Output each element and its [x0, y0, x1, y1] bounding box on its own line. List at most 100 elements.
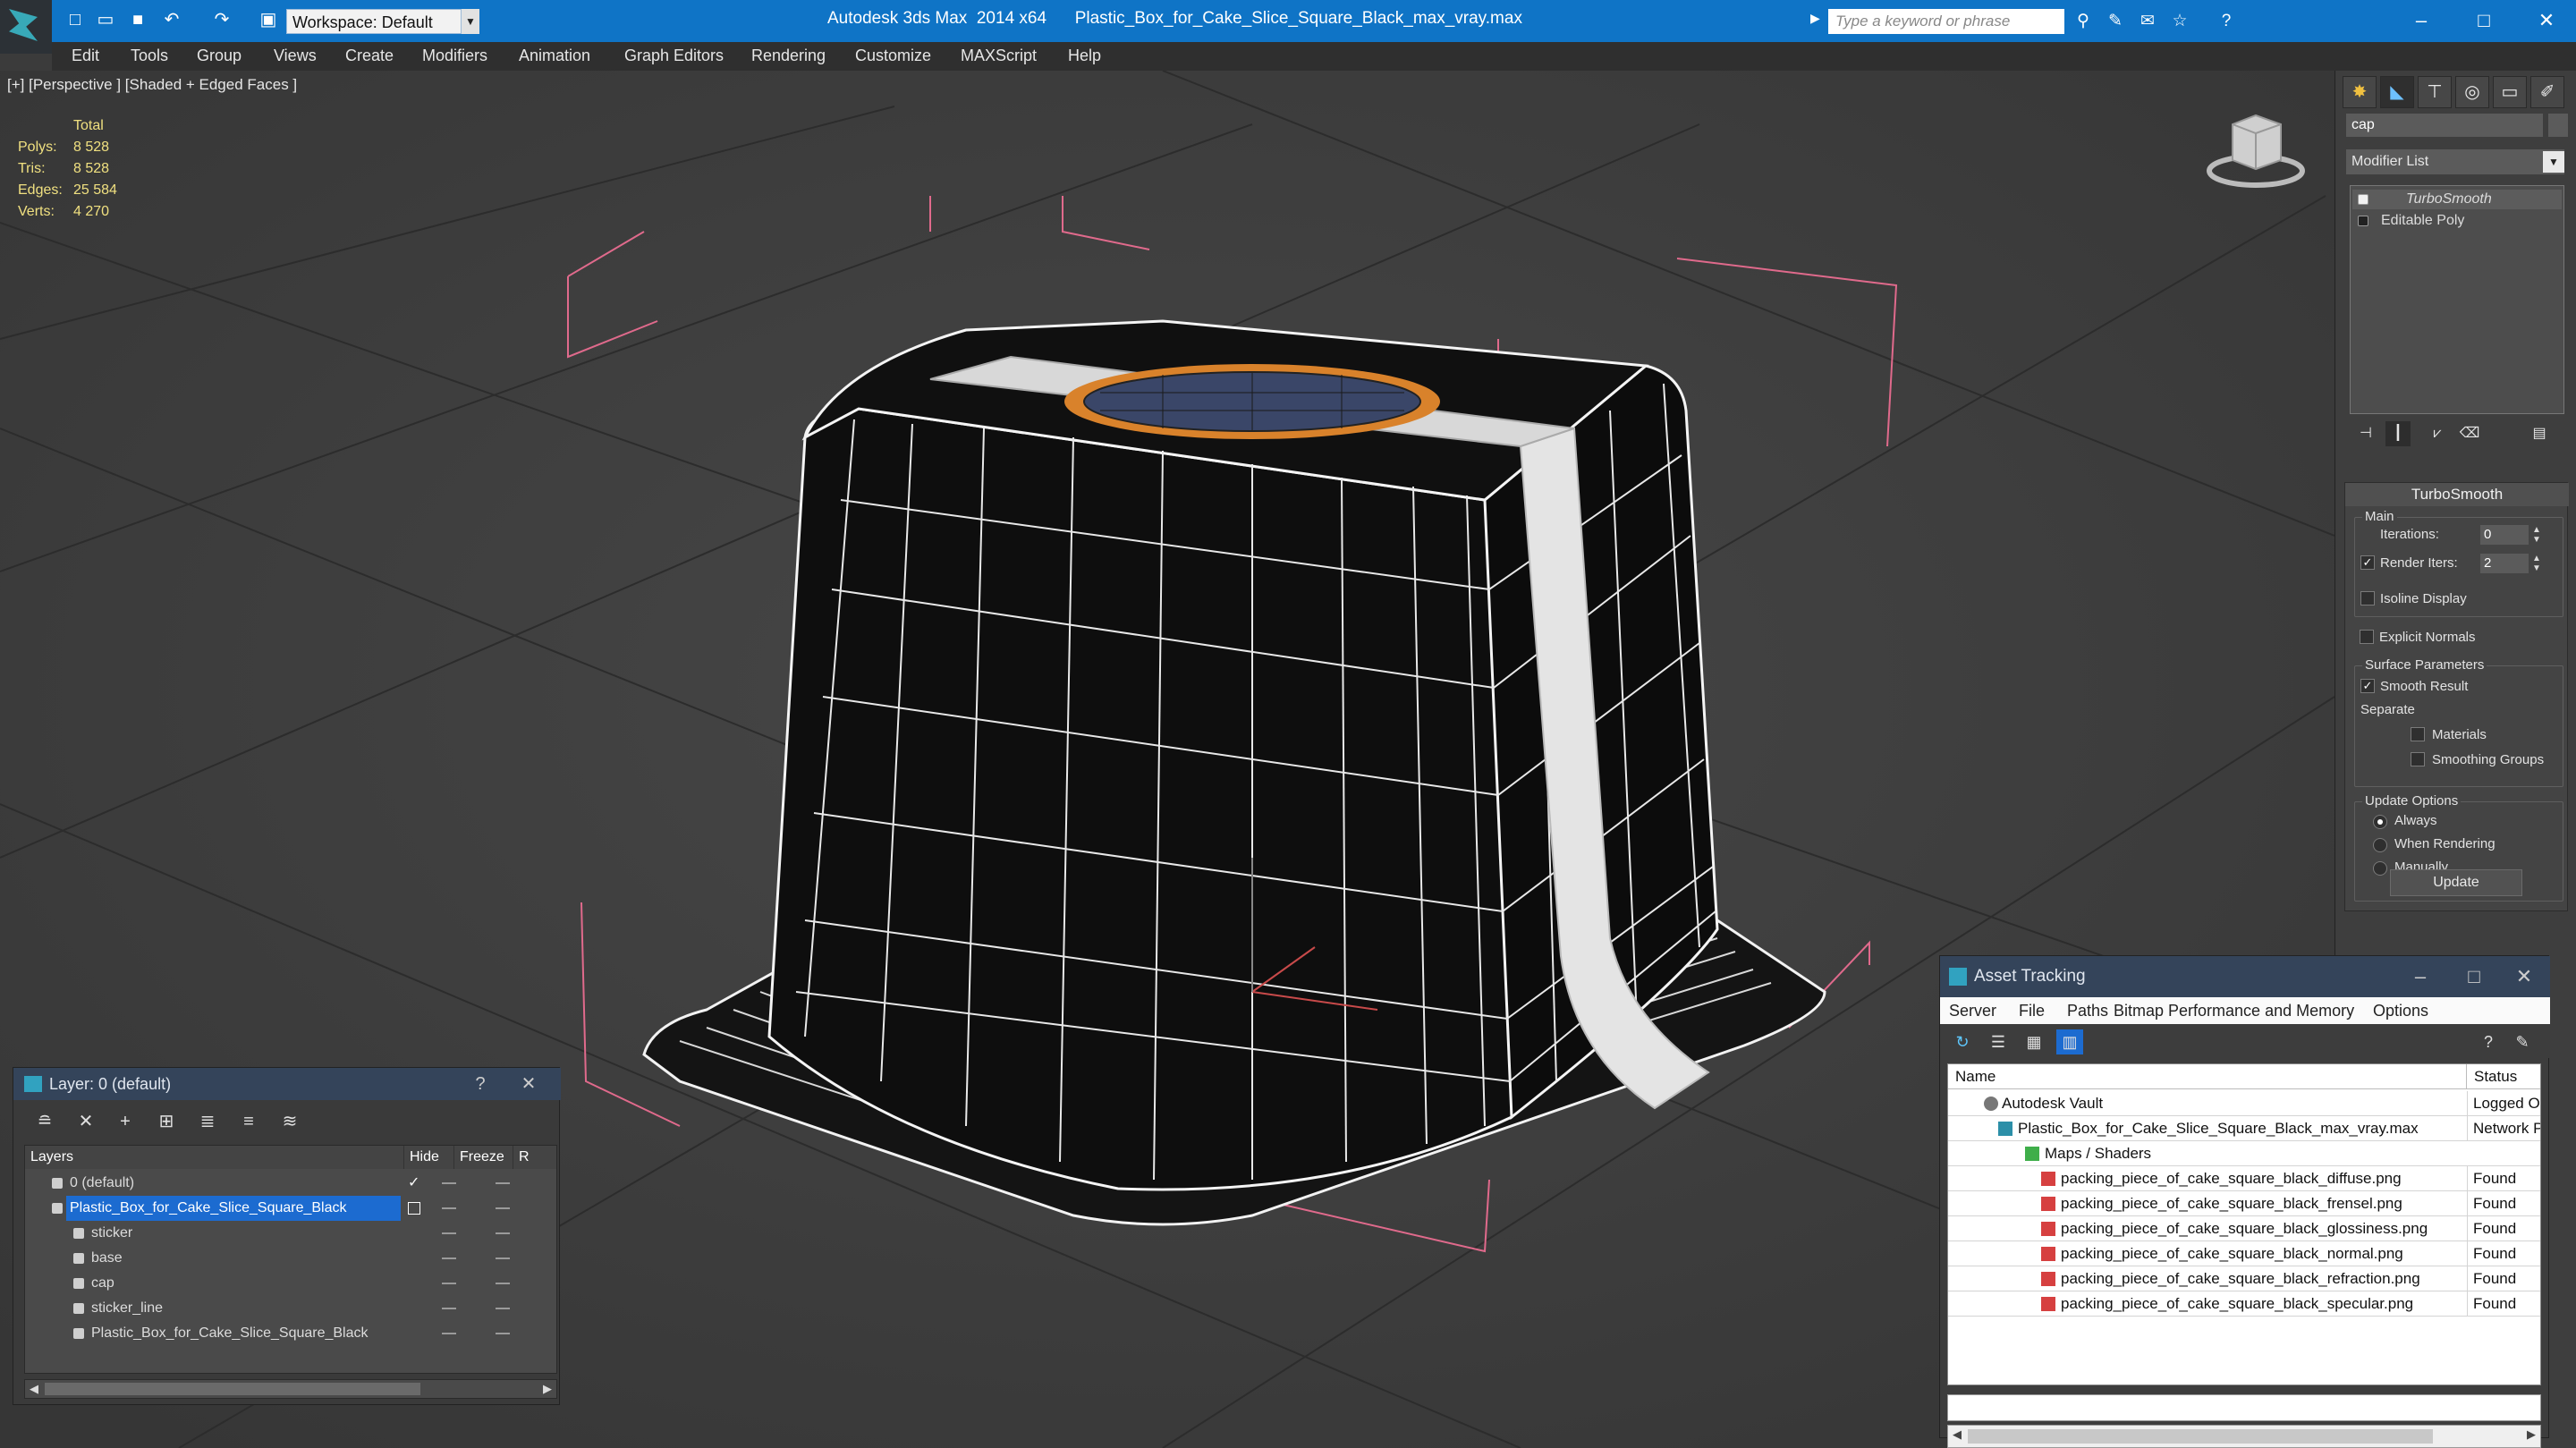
set-current-checkbox[interactable]: [408, 1202, 420, 1215]
highlight-editor-icon[interactable]: ✎: [2509, 1029, 2536, 1054]
hide-toggle[interactable]: [442, 1207, 456, 1209]
undo-icon[interactable]: ↶: [159, 7, 184, 32]
scroll-left-icon[interactable]: ◀: [1948, 1426, 1966, 1444]
viewport-label[interactable]: [+] [Perspective ] [Shaded + Edged Faces…: [7, 76, 297, 94]
menu-edit[interactable]: Edit: [72, 47, 99, 65]
spinner-arrows-icon[interactable]: ▲ ▼: [2530, 554, 2543, 573]
menu-customize[interactable]: Customize: [855, 47, 931, 65]
subscription-icon[interactable]: ✎: [2104, 11, 2127, 32]
freeze-toggle[interactable]: [496, 1207, 510, 1209]
column-header-name[interactable]: Name: [1948, 1064, 2467, 1089]
workspace-dropdown[interactable]: Workspace: Default: [286, 9, 462, 34]
maximize-button[interactable]: □: [2462, 5, 2506, 36]
stack-item-turbosmooth[interactable]: TurboSmooth: [2352, 190, 2562, 209]
minimize-button[interactable]: –: [2399, 5, 2444, 36]
freeze-toggle[interactable]: [496, 1308, 510, 1309]
manually-radio[interactable]: [2373, 861, 2387, 876]
expand-icon[interactable]: [2358, 216, 2368, 226]
isoline-display-checkbox[interactable]: [2360, 591, 2375, 605]
asset-menu-file[interactable]: File: [2019, 1002, 2045, 1020]
asset-menu-bitmap-performance[interactable]: Bitmap Performance and Memory: [2114, 1002, 2354, 1020]
create-tab-icon[interactable]: ✸: [2343, 76, 2377, 108]
show-end-result-icon[interactable]: ┃: [2385, 421, 2411, 446]
layer-row[interactable]: Plastic_Box_for_Cake_Slice_Square_Black: [25, 1321, 556, 1346]
remove-modifier-icon[interactable]: ⌫: [2457, 421, 2482, 446]
freeze-all-icon[interactable]: ≋: [276, 1109, 303, 1134]
save-icon[interactable]: ■: [125, 7, 150, 32]
column-header-layers[interactable]: Layers: [25, 1146, 404, 1169]
menu-rendering[interactable]: Rendering: [751, 47, 826, 65]
utilities-tab-icon[interactable]: ✐: [2530, 76, 2564, 108]
app-logo-icon[interactable]: [0, 0, 52, 54]
scroll-thumb[interactable]: [45, 1383, 420, 1395]
layer-row[interactable]: base: [25, 1246, 556, 1271]
help-icon[interactable]: ?: [2215, 11, 2238, 32]
menu-maxscript[interactable]: MAXScript: [961, 47, 1037, 65]
scroll-right-icon[interactable]: ▶: [2522, 1426, 2540, 1444]
asset-path-field[interactable]: [1947, 1394, 2541, 1421]
create-layer-icon[interactable]: ≘: [31, 1109, 58, 1134]
iterations-spinner[interactable]: 0: [2480, 525, 2529, 545]
close-button[interactable]: ✕: [2502, 961, 2546, 992]
refresh-icon[interactable]: ↻: [1949, 1029, 1976, 1054]
object-name-field[interactable]: cap: [2346, 114, 2543, 137]
menu-animation[interactable]: Animation: [519, 47, 590, 65]
scroll-left-icon[interactable]: ◀: [25, 1380, 43, 1398]
select-objects-icon[interactable]: ⊞: [153, 1109, 180, 1134]
table-view-icon[interactable]: ▦: [2021, 1029, 2047, 1054]
hide-toggle[interactable]: [442, 1333, 456, 1334]
asset-menu-server[interactable]: Server: [1949, 1002, 1996, 1020]
column-header-freeze[interactable]: Freeze: [454, 1146, 513, 1169]
smooth-result-checkbox[interactable]: ✓: [2360, 679, 2375, 693]
asset-row[interactable]: packing_piece_of_cake_square_black_frens…: [1948, 1191, 2540, 1216]
modify-tab-icon[interactable]: ◣: [2380, 76, 2414, 108]
freeze-toggle[interactable]: [496, 1333, 510, 1334]
communication-icon[interactable]: ✉: [2136, 11, 2159, 32]
menu-graph-editors[interactable]: Graph Editors: [624, 47, 724, 65]
hide-all-icon[interactable]: ≡: [235, 1109, 262, 1134]
layer-row[interactable]: 0 (default) ✓: [25, 1171, 556, 1196]
delete-layer-icon[interactable]: ✕: [72, 1109, 99, 1134]
asset-row[interactable]: Plastic_Box_for_Cake_Slice_Square_Black_…: [1948, 1116, 2540, 1141]
current-layer-check-icon[interactable]: ✓: [408, 1171, 419, 1196]
layer-row[interactable]: sticker: [25, 1221, 556, 1246]
column-header-hide[interactable]: Hide: [404, 1146, 454, 1169]
asset-row[interactable]: packing_piece_of_cake_square_black_norma…: [1948, 1241, 2540, 1266]
layer-row[interactable]: cap: [25, 1271, 556, 1296]
smoothing-groups-checkbox[interactable]: [2411, 752, 2425, 766]
rollout-title[interactable]: TurboSmooth: [2345, 483, 2569, 506]
lightbulb-icon[interactable]: [2358, 194, 2368, 205]
when-rendering-radio[interactable]: [2373, 838, 2387, 852]
asset-row[interactable]: packing_piece_of_cake_square_black_diffu…: [1948, 1166, 2540, 1191]
search-expand-icon[interactable]: ▶: [1810, 11, 1820, 26]
highlight-layer-icon[interactable]: ≣: [194, 1109, 221, 1134]
asset-row[interactable]: packing_piece_of_cake_square_black_specu…: [1948, 1291, 2540, 1317]
chevron-down-icon[interactable]: ▼: [2543, 151, 2564, 173]
display-tab-icon[interactable]: ▭: [2493, 76, 2527, 108]
freeze-toggle[interactable]: [496, 1232, 510, 1234]
asset-menu-paths[interactable]: Paths: [2067, 1002, 2108, 1020]
layer-row[interactable]: sticker_line: [25, 1296, 556, 1321]
menu-tools[interactable]: Tools: [131, 47, 168, 65]
menu-views[interactable]: Views: [274, 47, 317, 65]
maximize-button[interactable]: □: [2452, 961, 2496, 992]
explicit-normals-checkbox[interactable]: [2360, 630, 2374, 644]
render-iters-spinner[interactable]: 2: [2480, 554, 2529, 573]
render-iters-checkbox[interactable]: ✓: [2360, 555, 2375, 570]
spinner-arrows-icon[interactable]: ▲ ▼: [2530, 525, 2543, 545]
new-file-icon[interactable]: □: [63, 7, 88, 32]
favorites-star-icon[interactable]: ☆: [2168, 11, 2191, 32]
close-button[interactable]: ✕: [2524, 5, 2569, 36]
menu-group[interactable]: Group: [197, 47, 242, 65]
menu-create[interactable]: Create: [345, 47, 394, 65]
search-input[interactable]: Type a keyword or phrase: [1828, 9, 2064, 34]
open-file-icon[interactable]: ▭: [93, 7, 118, 32]
column-header-status[interactable]: Status: [2467, 1064, 2540, 1089]
redo-icon[interactable]: ↷: [209, 7, 234, 32]
always-radio[interactable]: [2373, 815, 2387, 829]
horizontal-scrollbar[interactable]: ◀ ▶: [24, 1379, 557, 1399]
asset-menu-options[interactable]: Options: [2373, 1002, 2428, 1020]
scroll-thumb[interactable]: [1968, 1429, 2433, 1444]
hierarchy-tab-icon[interactable]: ⊤: [2418, 76, 2452, 108]
update-button[interactable]: Update: [2390, 869, 2522, 896]
